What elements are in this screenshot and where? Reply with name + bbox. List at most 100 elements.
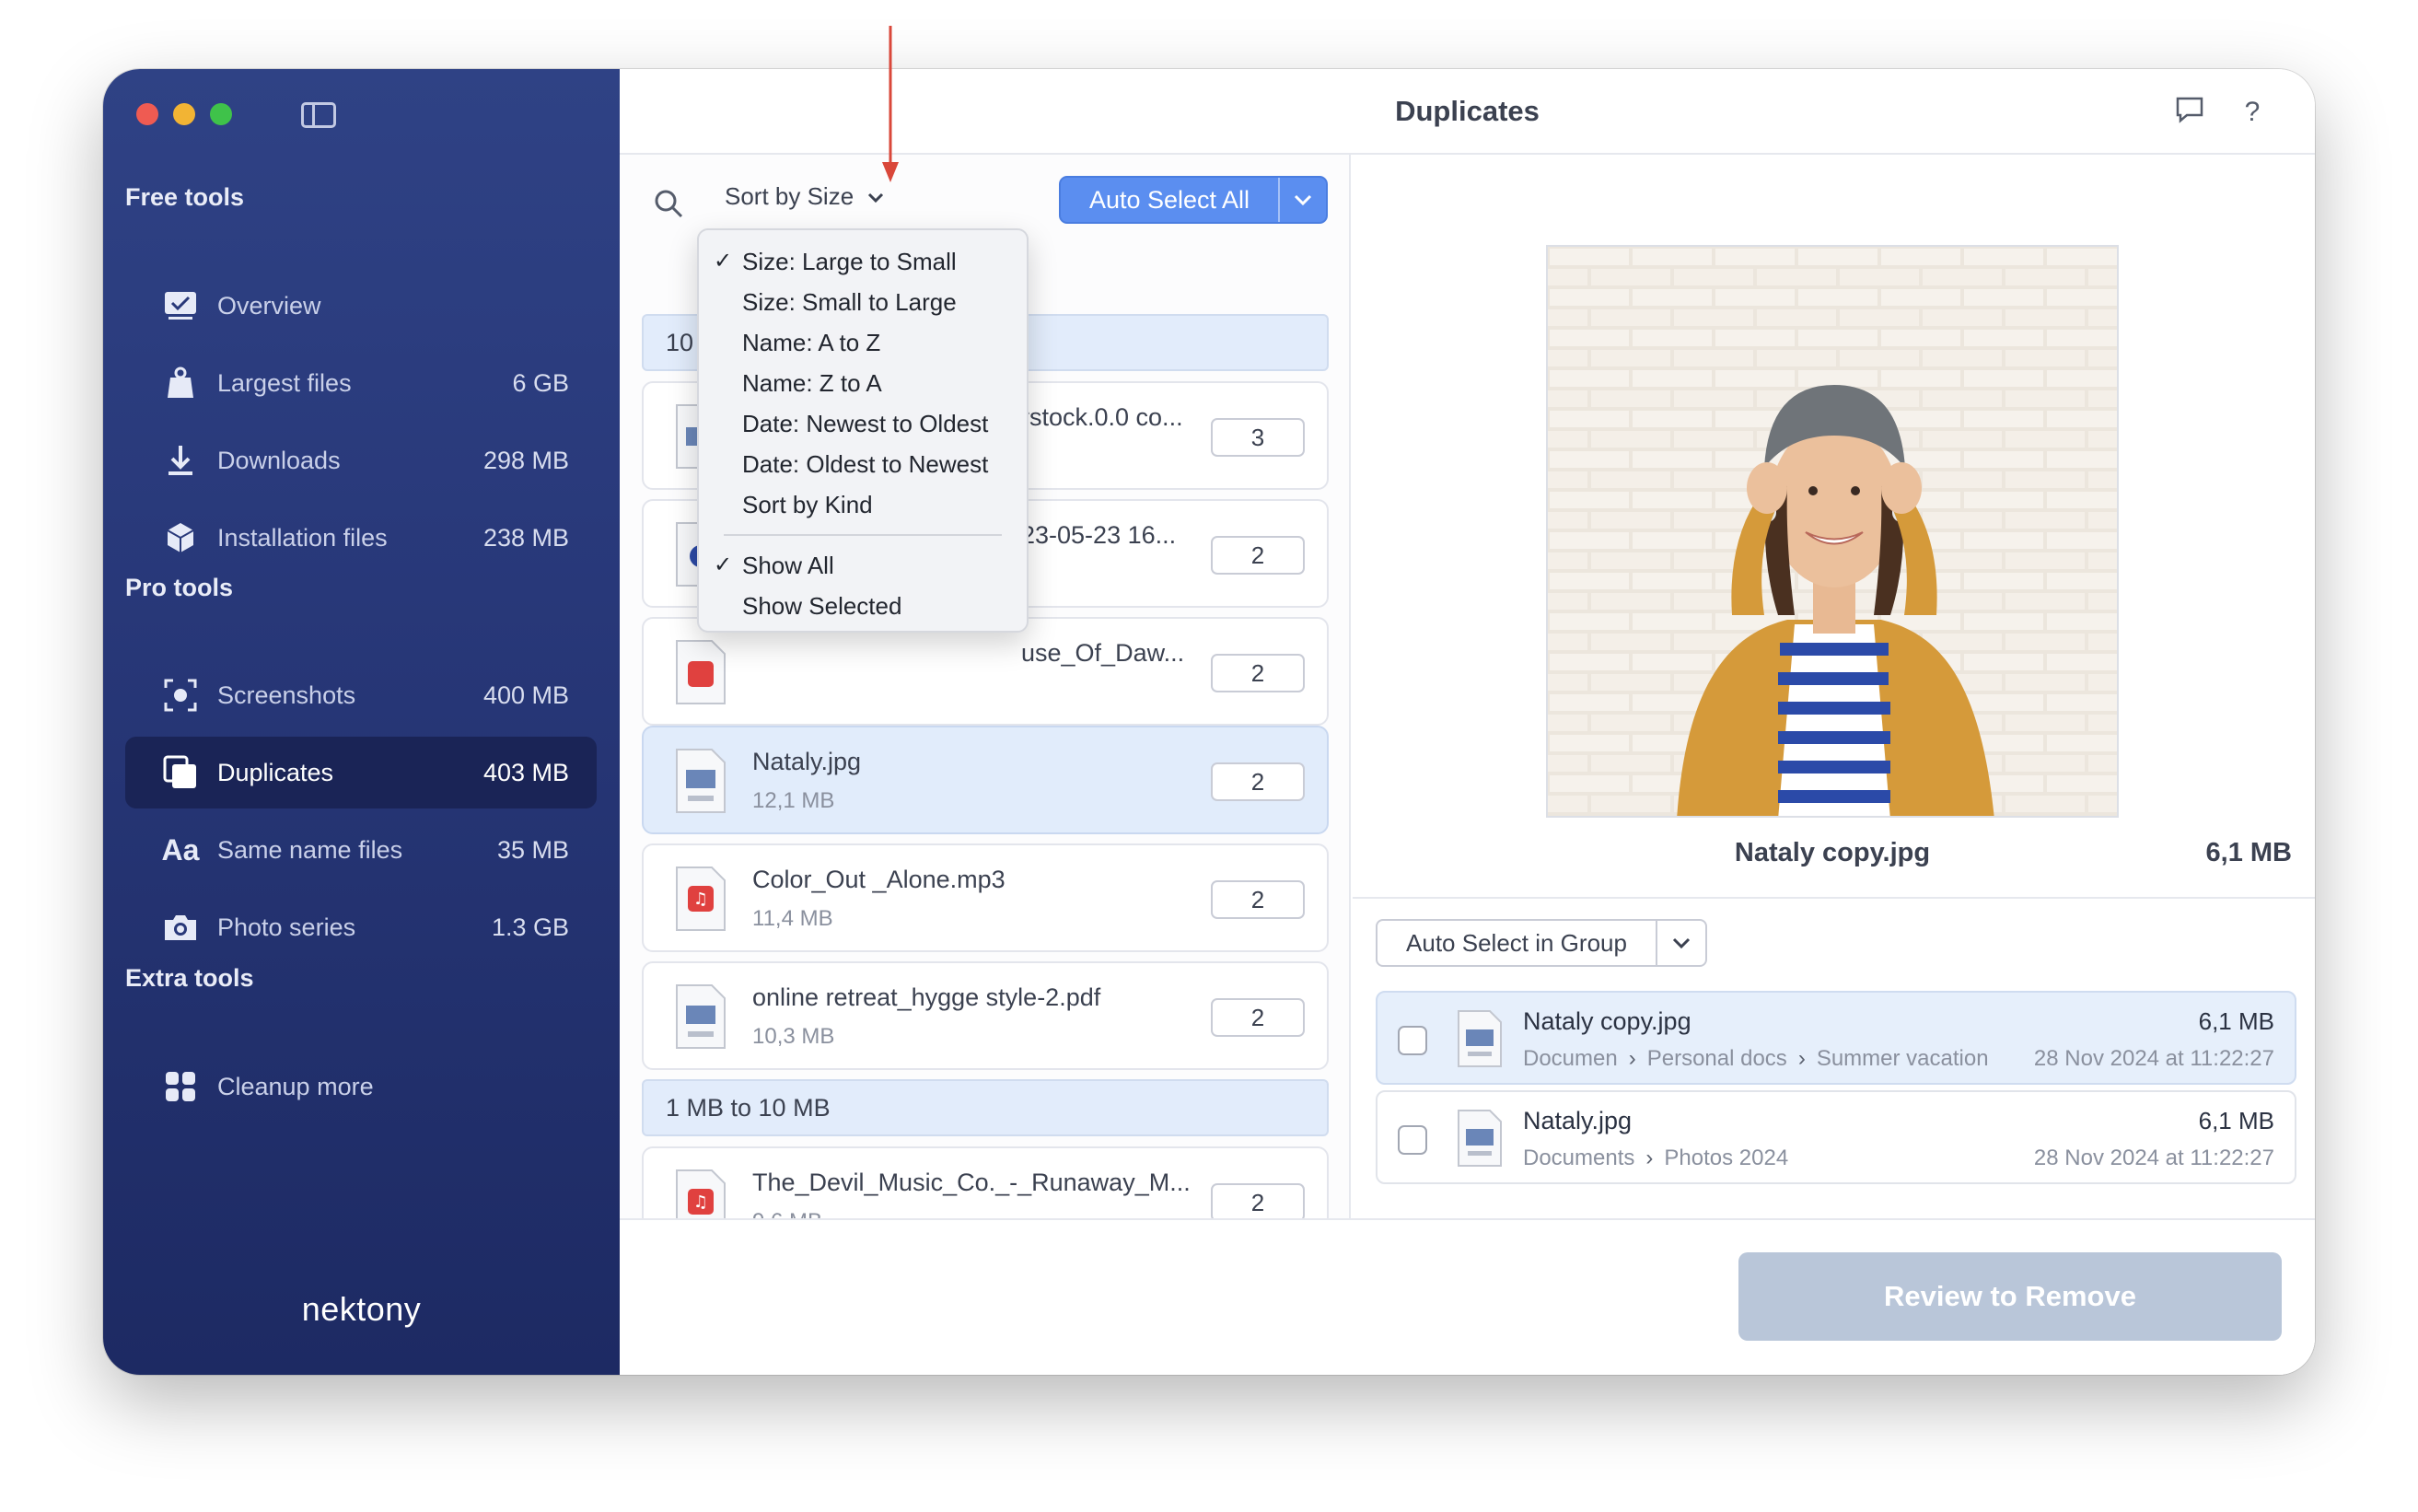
jpeg-file-icon	[1458, 1110, 1502, 1167]
filter-option-show-all[interactable]: ✓ Show All	[699, 545, 1027, 586]
list-item[interactable]: online retreat_hygge style-2.pdf 10,3 MB…	[642, 961, 1329, 1070]
mp3-file-icon	[676, 640, 726, 704]
sort-option-label: Date: Oldest to Newest	[742, 450, 989, 478]
weight-icon	[162, 365, 199, 401]
sidebar-item-size: 6 GB	[512, 368, 569, 397]
title-bar: Duplicates ?	[620, 69, 2315, 155]
sort-option-date-oldest[interactable]: Date: Oldest to Newest	[699, 444, 1027, 484]
copy-path-breadcrumb: Documen › Personal docs › Summer vacatio…	[1523, 1046, 1989, 1072]
file-size: 12,1 MB	[752, 788, 835, 813]
file-name: rstock.0.0 co...	[1021, 403, 1183, 431]
sidebar-item-size: 298 MB	[482, 446, 569, 474]
sidebar-item-label: Installation files	[217, 523, 388, 552]
sidebar-toggle-icon[interactable]	[301, 102, 336, 128]
feedback-icon[interactable]	[2173, 96, 2206, 129]
auto-select-in-group-menu[interactable]	[1656, 921, 1705, 965]
grid-icon	[162, 1068, 199, 1105]
sort-option-label: Date: Newest to Oldest	[742, 410, 989, 437]
camera-icon	[162, 909, 199, 946]
duplicate-count: 2	[1211, 1183, 1305, 1222]
sort-label: Sort by Size	[725, 182, 854, 210]
group-header[interactable]: 1 MB to 10 MB	[642, 1079, 1329, 1136]
sidebar-item-same-name-files[interactable]: Aa Same name files 35 MB	[125, 814, 597, 886]
path-segment: Documents	[1523, 1146, 1635, 1170]
auto-select-in-group-button[interactable]: Auto Select in Group	[1376, 919, 1707, 967]
copy-checkbox[interactable]	[1398, 1125, 1427, 1155]
sidebar-item-label: Cleanup more	[217, 1072, 374, 1100]
minimize-window-button[interactable]	[173, 103, 195, 125]
sidebar-item-photo-series[interactable]: Photo series 1.3 GB	[125, 891, 597, 963]
sidebar-item-downloads[interactable]: Downloads 298 MB	[125, 425, 597, 496]
screenshot-icon	[162, 677, 199, 714]
sort-option-name-z-to-a[interactable]: Name: Z to A	[699, 363, 1027, 403]
list-item[interactable]: ♫ Color_Out _Alone.mp3 11,4 MB 2	[642, 843, 1329, 952]
help-icon[interactable]: ?	[2236, 96, 2269, 129]
preview-file-size: 6,1 MB	[2205, 838, 2292, 867]
preview-file-name: Nataly copy.jpg	[1734, 838, 1931, 867]
file-name: use_Of_Daw...	[1021, 639, 1185, 667]
path-segment: Summer vacation	[1816, 1046, 1989, 1071]
close-window-button[interactable]	[136, 103, 158, 125]
sidebar-item-label: Largest files	[217, 368, 352, 397]
path-segment: Personal docs	[1646, 1046, 1787, 1071]
divider	[1353, 897, 2315, 899]
sidebar-item-overview[interactable]: Overview	[125, 270, 597, 342]
chevron-down-icon	[1294, 194, 1312, 206]
filter-option-show-selected[interactable]: Show Selected	[699, 586, 1027, 626]
auto-select-in-group-label: Auto Select in Group	[1406, 928, 1627, 957]
sort-menu: ✓ Size: Large to Small Size: Small to La…	[697, 228, 1029, 633]
sort-option-size-small-to-large[interactable]: Size: Small to Large	[699, 282, 1027, 322]
sidebar-item-duplicates[interactable]: Duplicates 403 MB	[125, 737, 597, 808]
sidebar-item-installation-files[interactable]: Installation files 238 MB	[125, 502, 597, 574]
sidebar-item-size: 1.3 GB	[491, 913, 569, 941]
file-size: 10,3 MB	[752, 1024, 835, 1049]
sort-option-date-newest[interactable]: Date: Newest to Oldest	[699, 403, 1027, 444]
jpeg-file-icon	[676, 749, 726, 813]
sidebar-item-label: Same name files	[217, 835, 403, 864]
window-controls	[136, 103, 232, 125]
review-to-remove-button[interactable]: Review to Remove	[1738, 1252, 2282, 1341]
package-icon	[162, 519, 199, 556]
chevron-down-icon	[1672, 937, 1691, 949]
list-item[interactable]: use_Of_Daw... 2	[642, 617, 1329, 726]
sidebar-item-cleanup-more[interactable]: Cleanup more	[125, 1051, 597, 1122]
sort-dropdown-button[interactable]: Sort by Size	[725, 182, 885, 211]
sort-option-name-a-to-z[interactable]: Name: A to Z	[699, 322, 1027, 363]
file-name: The_Devil_Music_Co._-_Runaway_M...	[752, 1169, 1191, 1196]
copy-date: 28 Nov 2024 at 11:22:27	[2033, 1146, 2274, 1170]
auto-select-all-label: Auto Select All	[1088, 185, 1250, 214]
sidebar-item-label: Overview	[217, 291, 321, 320]
auto-select-all-button[interactable]: Auto Select All	[1059, 176, 1328, 224]
chevron-down-icon	[866, 182, 885, 211]
pdf-file-icon	[676, 984, 726, 1049]
sort-option-label: Name: Z to A	[742, 369, 882, 397]
sidebar-item-label: Photo series	[217, 913, 356, 941]
sort-option-label: Sort by Kind	[742, 491, 873, 518]
checkmark-icon: ✓	[714, 249, 733, 273]
duplicate-copy-row[interactable]: Nataly.jpg 6,1 MB Documents › Photos 202…	[1376, 1090, 2296, 1184]
duplicate-copy-row[interactable]: Nataly copy.jpg 6,1 MB Documen › Persona…	[1376, 991, 2296, 1085]
zoom-window-button[interactable]	[210, 103, 232, 125]
sidebar-item-label: Screenshots	[217, 680, 356, 709]
chevron-right-icon: ›	[1628, 1046, 1636, 1071]
copy-path-breadcrumb: Documents › Photos 2024	[1523, 1146, 1788, 1171]
sort-option-label: Size: Small to Large	[742, 288, 957, 316]
sidebar-item-largest-files[interactable]: Largest files 6 GB	[125, 347, 597, 419]
svg-text:♫: ♫	[693, 1192, 708, 1212]
section-extra-tools: Extra tools	[125, 964, 254, 992]
copy-date: 28 Nov 2024 at 11:22:27	[2033, 1046, 2274, 1071]
copy-checkbox[interactable]	[1398, 1026, 1427, 1055]
sidebar-item-screenshots[interactable]: Screenshots 400 MB	[125, 659, 597, 731]
path-segment: Photos 2024	[1664, 1146, 1789, 1170]
svg-text:♫: ♫	[693, 890, 708, 909]
file-name: Nataly.jpg	[752, 748, 862, 775]
auto-select-all-menu[interactable]	[1278, 178, 1326, 222]
download-icon	[162, 442, 199, 479]
filter-option-label: Show Selected	[742, 592, 902, 620]
search-icon[interactable]	[653, 188, 684, 219]
sort-option-kind[interactable]: Sort by Kind	[699, 484, 1027, 525]
mp3-file-icon: ♫	[676, 866, 726, 931]
sort-option-size-large-to-small[interactable]: ✓ Size: Large to Small	[699, 241, 1027, 282]
list-item-selected[interactable]: Nataly.jpg 12,1 MB 2	[642, 726, 1329, 834]
file-size: 11,4 MB	[752, 906, 833, 931]
